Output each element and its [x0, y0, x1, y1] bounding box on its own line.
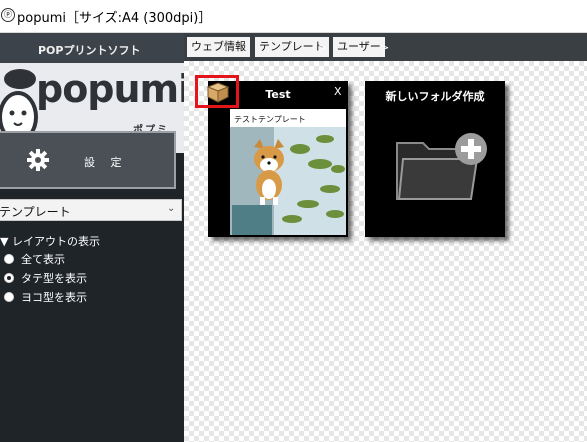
layout-option-label: タテ型を表示 — [21, 272, 87, 285]
breadcrumb-separator: > — [318, 41, 328, 54]
layout-heading: ▼ レイアウトの表示 — [0, 235, 100, 248]
layout-option-all[interactable]: 全て表示 — [4, 251, 65, 267]
breadcrumb-user[interactable]: ユーザー — [333, 37, 385, 57]
template-grid: Test X テストテンプレート 新しいフォルダ作成 — [184, 61, 587, 442]
template-card[interactable]: Test X テストテンプレート — [195, 75, 348, 237]
window-titlebar: ⓟ popumi［サイズ:A4 (300dpi)］ — [0, 0, 587, 33]
breadcrumb-separator: > — [380, 41, 390, 54]
logo-wordmark: popumi — [36, 67, 191, 111]
radio-icon[interactable] — [4, 254, 14, 264]
app-icon: ⓟ — [1, 8, 15, 22]
breadcrumb: ウェブ情報 テンプレート > ユーザー > — [184, 33, 587, 61]
box-icon-highlight[interactable] — [195, 75, 239, 108]
settings-label: 設 定 — [84, 156, 128, 169]
brand-header: POPプリントソフト — [0, 33, 184, 63]
sidebar: POPプリントソフト popumi ポプミ 設 定 — [0, 33, 191, 442]
dog-photo — [230, 127, 346, 235]
settings-button[interactable]: 設 定 — [0, 131, 176, 189]
card-close-button[interactable]: X — [334, 85, 342, 98]
box-icon — [206, 82, 230, 103]
layout-option-portrait[interactable]: タテ型を表示 — [4, 270, 87, 286]
window-title: popumi［サイズ:A4 (300dpi)］ — [17, 11, 212, 26]
layout-option-label: ヨコ型を表示 — [21, 291, 87, 304]
template-thumbnail[interactable]: テストテンプレート — [230, 109, 346, 235]
gear-icon — [27, 149, 49, 171]
template-select[interactable]: テンプレート ⌄ — [0, 199, 182, 221]
layout-option-label: 全て表示 — [21, 253, 65, 266]
layout-option-landscape[interactable]: ヨコ型を表示 — [4, 289, 87, 305]
folder-plus-icon — [396, 133, 487, 200]
brand-header-text: POPプリントソフト — [38, 44, 141, 57]
breadcrumb-web-info[interactable]: ウェブ情報 — [187, 37, 250, 57]
radio-icon[interactable] — [4, 292, 14, 302]
template-select-value: テンプレート — [0, 205, 71, 219]
card-title: 新しいフォルダ作成 — [385, 90, 485, 103]
chevron-down-icon: ⌄ — [167, 203, 176, 214]
new-folder-card[interactable]: 新しいフォルダ作成 — [365, 81, 505, 237]
radio-selected-icon[interactable] — [4, 273, 14, 283]
